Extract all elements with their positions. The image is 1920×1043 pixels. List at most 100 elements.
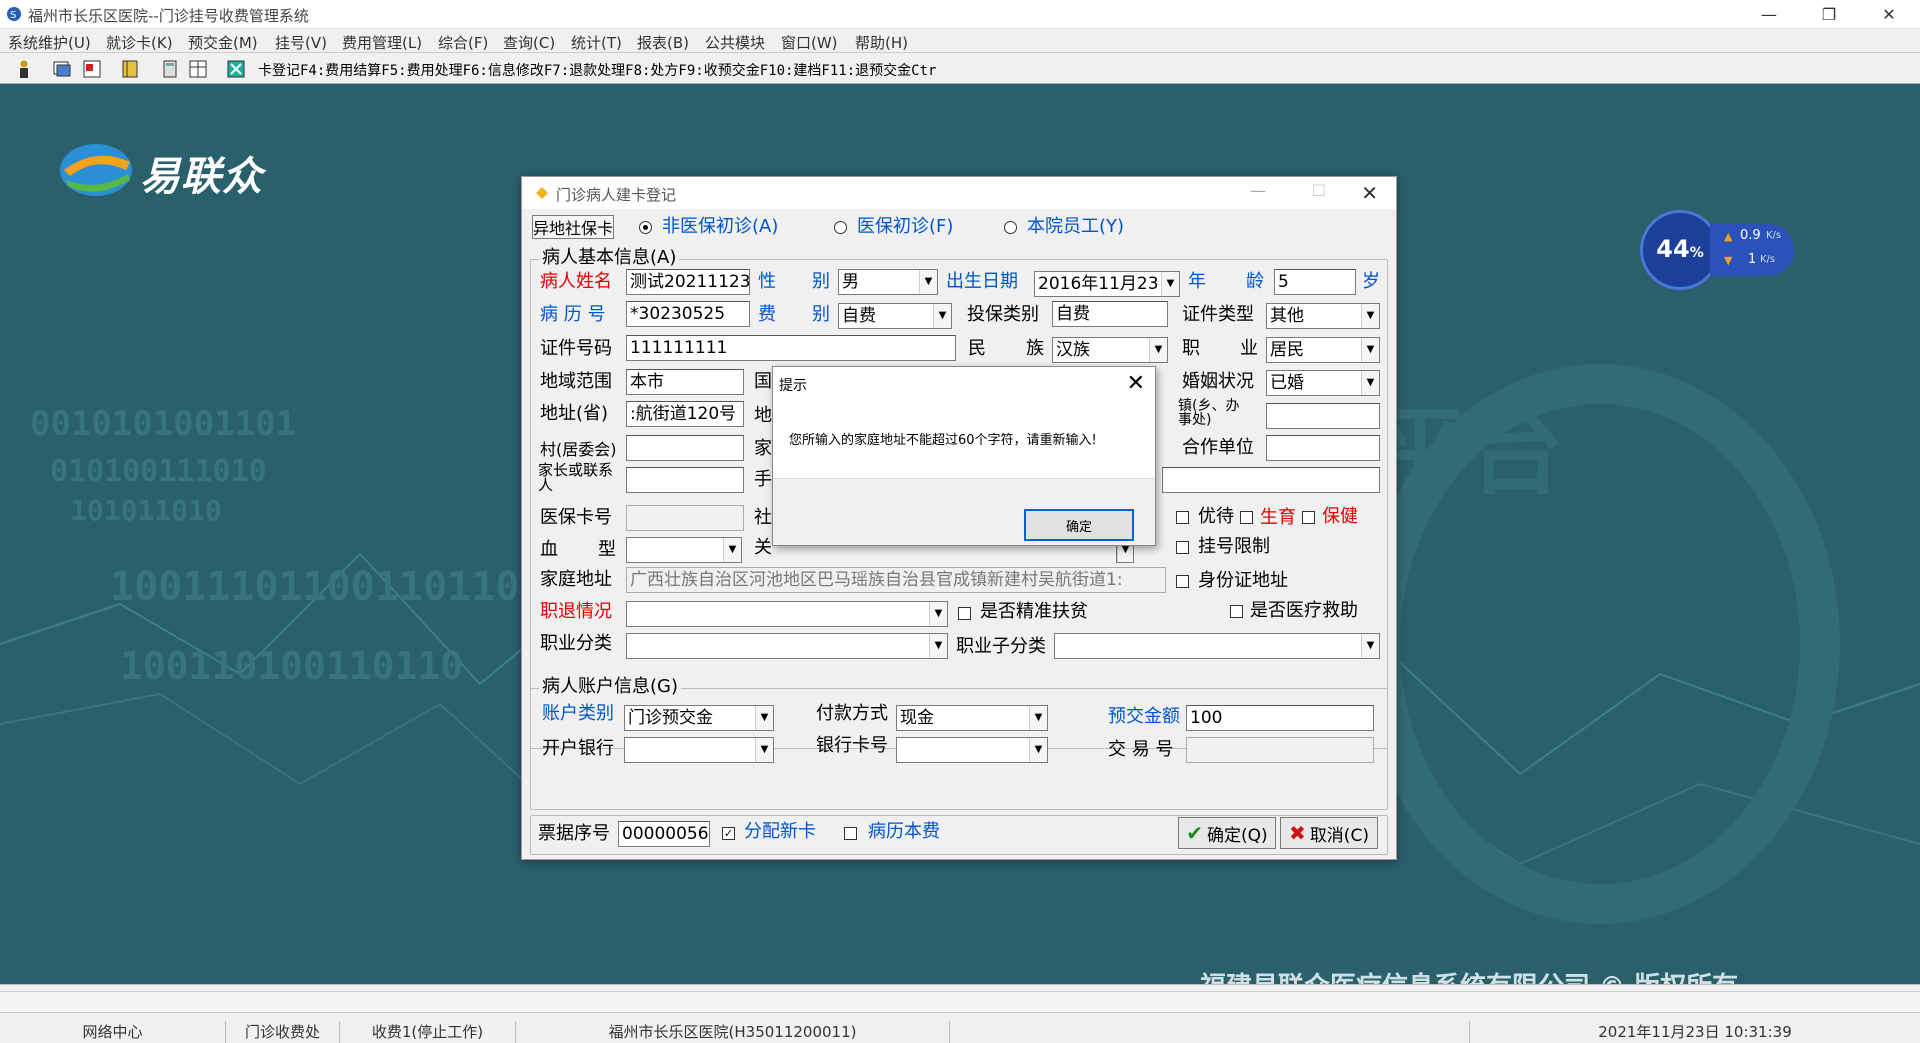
social-label: 社 bbox=[754, 507, 772, 528]
radio-non-insurance-label[interactable]: 非医保初诊(A) bbox=[662, 216, 778, 238]
healthcare-checkbox[interactable] bbox=[1302, 511, 1315, 524]
bank-select[interactable]: ▼ bbox=[624, 737, 774, 763]
menu-card[interactable]: 就诊卡(K) bbox=[106, 32, 173, 53]
medcard-input[interactable] bbox=[626, 505, 744, 531]
document-icon[interactable] bbox=[82, 59, 102, 79]
id-type-select[interactable]: 其他 ▼ bbox=[1266, 303, 1380, 329]
new-card-checkbox[interactable]: ✓ bbox=[722, 827, 735, 840]
radio-insurance-label[interactable]: 医保初诊(F) bbox=[857, 216, 953, 238]
record-book-label: 病历本费 bbox=[868, 821, 940, 842]
calculator-icon[interactable] bbox=[160, 59, 180, 79]
preferential-checkbox[interactable] bbox=[1176, 511, 1189, 524]
name-input[interactable]: 测试20211123 bbox=[626, 269, 750, 295]
menu-report[interactable]: 报表(B) bbox=[637, 32, 689, 53]
bank-card-select[interactable]: ▼ bbox=[896, 737, 1048, 763]
network-speed-widget[interactable]: 44% ▲ 0.9 K/s ▼ 1 K/s bbox=[1640, 210, 1800, 290]
minimize-button[interactable]: — bbox=[1746, 0, 1792, 29]
trade-number-input[interactable] bbox=[1186, 737, 1374, 763]
marriage-select[interactable]: 已婚 ▼ bbox=[1266, 370, 1380, 396]
menu-stats[interactable]: 统计(T) bbox=[571, 32, 622, 53]
payment-method-select[interactable]: 现金 ▼ bbox=[896, 705, 1048, 731]
close-button[interactable]: ✕ bbox=[1866, 0, 1912, 29]
job-select[interactable]: 居民 ▼ bbox=[1266, 337, 1380, 363]
tab-remote-social-card[interactable]: 异地社保卡 bbox=[532, 215, 614, 239]
grid-icon[interactable] bbox=[188, 59, 208, 79]
medical-aid-checkbox[interactable] bbox=[1230, 605, 1243, 618]
address-province-input[interactable]: :航街道120号 bbox=[626, 401, 744, 427]
logo-text: 易联众 bbox=[140, 154, 263, 200]
region-input[interactable]: 本市 bbox=[626, 369, 744, 395]
village-input[interactable] bbox=[626, 435, 744, 461]
id-address-checkbox[interactable] bbox=[1176, 575, 1189, 588]
menu-fee[interactable]: 费用管理(L) bbox=[342, 32, 422, 53]
job-category-select[interactable]: ▼ bbox=[626, 633, 948, 659]
radio-staff[interactable] bbox=[1004, 221, 1017, 234]
exit-icon[interactable] bbox=[226, 59, 246, 79]
home-address-input[interactable]: 广西壮族自治区河池地区巴马瑶族自治县官成镇新建村吴航街道1: bbox=[626, 567, 1166, 593]
chevron-down-icon: ▼ bbox=[929, 634, 947, 658]
status-empty bbox=[950, 1021, 1470, 1043]
menu-query[interactable]: 查询(C) bbox=[503, 32, 555, 53]
alert-ok-button[interactable]: 确定 bbox=[1024, 509, 1134, 541]
poverty-checkbox[interactable] bbox=[958, 607, 971, 620]
nation-select[interactable]: 汉族 ▼ bbox=[1052, 337, 1168, 363]
job-label-2: 业 bbox=[1240, 338, 1258, 359]
register-limit-checkbox[interactable] bbox=[1176, 541, 1189, 554]
id-type-value: 其他 bbox=[1270, 306, 1304, 326]
town-label: 镇(乡、办事处) bbox=[1178, 398, 1240, 428]
radio-insurance[interactable] bbox=[834, 221, 847, 234]
person-icon[interactable] bbox=[14, 59, 34, 79]
phone-input[interactable] bbox=[1162, 467, 1380, 493]
account-type-select[interactable]: 门诊预交金 ▼ bbox=[624, 705, 774, 731]
alert-close-icon[interactable]: ✕ bbox=[1127, 371, 1145, 396]
upload-arrow-icon: ▲ bbox=[1724, 230, 1733, 243]
status-department: 门诊收费处 bbox=[226, 1021, 340, 1043]
confirm-button-label: 确定(Q) bbox=[1207, 825, 1268, 846]
menu-help[interactable]: 帮助(H) bbox=[855, 32, 908, 53]
record-input[interactable]: *30230525 bbox=[626, 301, 750, 327]
dialog-title: 门诊病人建卡登记 bbox=[556, 186, 677, 204]
town-input[interactable] bbox=[1266, 403, 1380, 429]
cancel-button[interactable]: ✖ 取消(C) bbox=[1280, 817, 1378, 849]
job-subcategory-select[interactable]: ▼ bbox=[1054, 633, 1380, 659]
dialog-minimize-icon[interactable]: — bbox=[1250, 181, 1266, 200]
age-label-2: 龄 bbox=[1246, 271, 1264, 292]
card-icon[interactable] bbox=[52, 59, 72, 79]
deposit-input[interactable]: 100 bbox=[1186, 705, 1374, 731]
menu-system[interactable]: 系统维护(U) bbox=[8, 32, 91, 53]
dialog-close-icon[interactable]: ✕ bbox=[1361, 181, 1378, 205]
dialog-title-bar: 门诊病人建卡登记 — ☐ ✕ bbox=[522, 177, 1396, 209]
guardian-input[interactable] bbox=[626, 467, 744, 493]
age-input[interactable]: 5 bbox=[1274, 269, 1356, 295]
radio-staff-label[interactable]: 本院员工(Y) bbox=[1027, 216, 1124, 238]
receipt-input[interactable]: 00000056 bbox=[618, 821, 710, 847]
menu-public[interactable]: 公共模块 bbox=[705, 32, 765, 53]
new-card-label: 分配新卡 bbox=[744, 821, 816, 842]
dialog-maximize-icon[interactable]: ☐ bbox=[1312, 181, 1326, 200]
blood-type-select[interactable]: ▼ bbox=[626, 537, 742, 563]
id-number-input[interactable]: 111111111 bbox=[626, 335, 956, 361]
menu-deposit[interactable]: 预交金(M) bbox=[188, 32, 258, 53]
guardian-label: 家长或联系人 bbox=[538, 461, 614, 494]
close-icon: ✕ bbox=[1882, 5, 1896, 24]
sex-select[interactable]: 男 ▼ bbox=[838, 269, 938, 295]
menu-register[interactable]: 挂号(V) bbox=[275, 32, 327, 53]
binary-decoration: 0010101001101 bbox=[30, 404, 297, 444]
partner-input[interactable] bbox=[1266, 435, 1380, 461]
chevron-down-icon: ▼ bbox=[1361, 371, 1379, 395]
maternity-checkbox[interactable] bbox=[1240, 511, 1253, 524]
fee-select[interactable]: 自费 ▼ bbox=[838, 303, 952, 329]
chevron-down-icon: ▼ bbox=[929, 602, 947, 626]
book-icon[interactable] bbox=[120, 59, 140, 79]
percent-sign: % bbox=[1689, 245, 1704, 261]
restore-button[interactable]: ❐ bbox=[1806, 0, 1852, 29]
record-book-checkbox[interactable] bbox=[844, 827, 857, 840]
confirm-button[interactable]: ✔ 确定(Q) bbox=[1178, 817, 1276, 849]
menu-general[interactable]: 综合(F) bbox=[438, 32, 488, 53]
menu-window[interactable]: 窗口(W) bbox=[781, 32, 838, 53]
insurance-type-input[interactable]: 自费 bbox=[1052, 301, 1168, 327]
birth-date-picker[interactable]: 2016年11月23 ▼ bbox=[1034, 271, 1180, 297]
retire-select[interactable]: ▼ bbox=[626, 601, 948, 627]
radio-non-insurance[interactable] bbox=[639, 221, 652, 234]
region-label: 地域范围 bbox=[540, 371, 612, 392]
